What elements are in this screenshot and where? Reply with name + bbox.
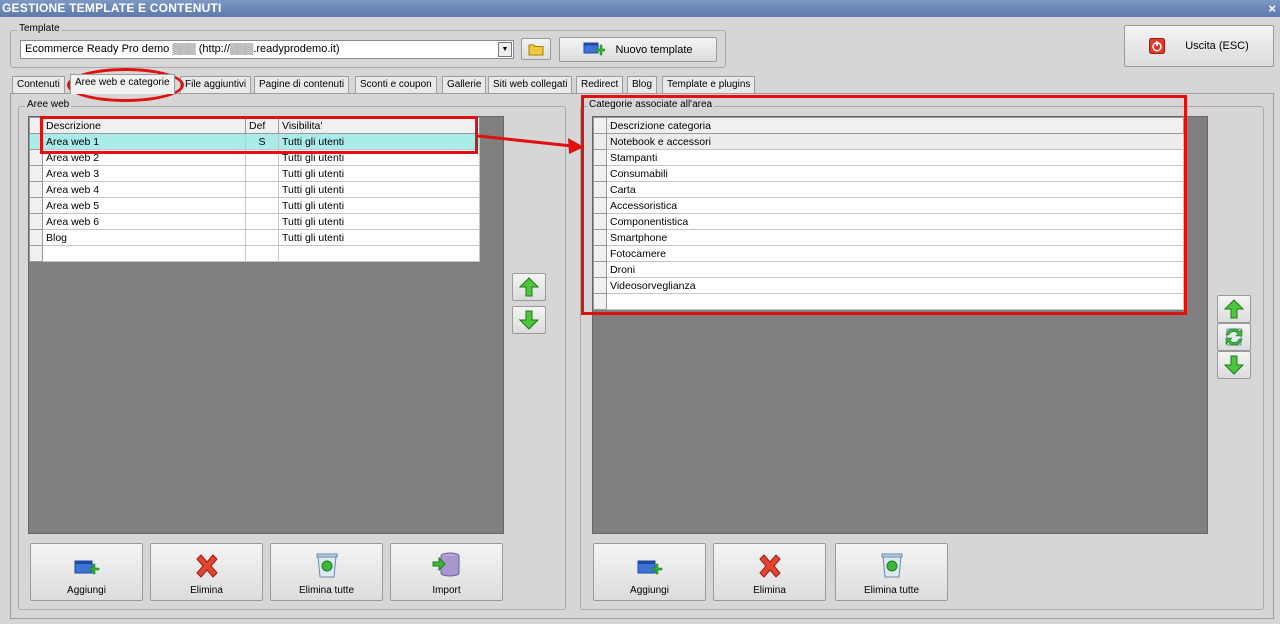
cell-descrizione[interactable]: Area web 4 bbox=[42, 181, 246, 198]
aggiungi-area-button[interactable]: Aggiungi bbox=[30, 543, 143, 601]
row-indicator bbox=[29, 165, 43, 182]
tab-redirect[interactable]: Redirect bbox=[576, 76, 624, 93]
move-down-button[interactable] bbox=[512, 306, 546, 334]
cell-descrizione[interactable]: Area web 5 bbox=[42, 197, 246, 214]
new-template-button[interactable]: Nuovo template bbox=[559, 37, 717, 62]
row-indicator bbox=[29, 245, 43, 262]
elimina-area-button[interactable]: Elimina bbox=[150, 543, 263, 601]
move-up-button[interactable] bbox=[512, 273, 546, 301]
open-folder-button[interactable] bbox=[521, 38, 551, 60]
highlight-arrow bbox=[477, 134, 584, 154]
cell-visibilita[interactable]: Tutti gli utenti bbox=[278, 229, 480, 246]
add-window-icon bbox=[74, 560, 99, 575]
aggiungi-label: Aggiungi bbox=[67, 585, 106, 596]
cell-visibilita[interactable]: Tutti gli utenti bbox=[278, 197, 480, 214]
cell-def[interactable] bbox=[245, 181, 279, 198]
cell-def[interactable] bbox=[245, 197, 279, 214]
aggiungi-label: Aggiungi bbox=[630, 585, 669, 596]
move-category-up-button[interactable] bbox=[1217, 295, 1251, 323]
table-row[interactable]: Area web 4 Tutti gli utenti bbox=[29, 181, 480, 198]
tab-aree-web-categorie[interactable]: Aree web e categorie bbox=[70, 74, 175, 94]
recycle-bin-icon bbox=[316, 553, 337, 578]
new-template-label: Nuovo template bbox=[615, 43, 693, 56]
cell-visibilita[interactable]: Tutti gli utenti bbox=[278, 213, 480, 230]
template-select-value: Ecommerce Ready Pro demo ▒▒▒ (http://▒▒▒… bbox=[25, 43, 340, 55]
table-row[interactable]: Blog Tutti gli utenti bbox=[29, 229, 480, 246]
tab-contenuti[interactable]: Contenuti bbox=[12, 76, 65, 93]
tab-gallerie[interactable]: Gallerie bbox=[442, 76, 487, 93]
elimina-label: Elimina bbox=[753, 585, 786, 596]
row-indicator bbox=[29, 181, 43, 198]
cell-def[interactable] bbox=[245, 245, 279, 262]
power-icon bbox=[1149, 38, 1166, 54]
table-row[interactable] bbox=[29, 245, 480, 262]
aree-web-label: Aree web bbox=[25, 99, 72, 110]
import-label: Import bbox=[432, 585, 461, 596]
add-window-icon bbox=[637, 560, 662, 575]
exit-label: Uscita (ESC) bbox=[1185, 40, 1249, 52]
template-group-label: Template bbox=[17, 23, 62, 34]
highlight-box-aree-web bbox=[40, 116, 478, 154]
recycle-bin-icon bbox=[881, 553, 902, 578]
arrow-down-icon bbox=[1224, 355, 1244, 375]
elimina-tutte-label: Elimina tutte bbox=[298, 585, 355, 596]
add-window-icon bbox=[583, 42, 606, 55]
cell-descrizione[interactable]: Area web 6 bbox=[42, 213, 246, 230]
cell-def[interactable] bbox=[245, 165, 279, 182]
row-indicator bbox=[29, 197, 43, 214]
database-import-icon bbox=[432, 552, 459, 577]
table-row[interactable]: Area web 5 Tutti gli utenti bbox=[29, 197, 480, 214]
delete-x-icon bbox=[758, 554, 781, 578]
cell-descrizione[interactable]: Blog bbox=[42, 229, 246, 246]
cell-def[interactable] bbox=[245, 229, 279, 246]
cell-descrizione[interactable]: Area web 3 bbox=[42, 165, 246, 182]
highlight-box-categorie bbox=[581, 95, 1187, 315]
tab-template-plugins[interactable]: Template e plugins bbox=[662, 76, 756, 93]
aggiungi-categoria-button[interactable]: Aggiungi bbox=[593, 543, 706, 601]
chevron-down-icon[interactable]: ▼ bbox=[498, 42, 512, 57]
tab-file-aggiuntivi[interactable]: File aggiuntivi bbox=[180, 76, 252, 93]
elimina-tutte-categorie-button[interactable]: Elimina tutte bbox=[835, 543, 948, 601]
move-category-down-button[interactable] bbox=[1217, 351, 1251, 379]
row-indicator bbox=[29, 229, 43, 246]
close-icon[interactable]: × bbox=[1268, 0, 1276, 17]
cell-descrizione[interactable] bbox=[42, 245, 246, 262]
tab-siti-web-collegati[interactable]: Siti web collegati bbox=[488, 76, 573, 93]
template-select[interactable]: Ecommerce Ready Pro demo ▒▒▒ (http://▒▒▒… bbox=[20, 40, 514, 59]
arrow-up-icon bbox=[1224, 299, 1244, 319]
cell-visibilita[interactable] bbox=[278, 245, 480, 262]
table-row[interactable]: Area web 3 Tutti gli utenti bbox=[29, 165, 480, 182]
elimina-tutte-label: Elimina tutte bbox=[863, 585, 920, 596]
cell-def[interactable] bbox=[245, 213, 279, 230]
refresh-icon bbox=[1225, 328, 1243, 346]
cell-visibilita[interactable]: Tutti gli utenti bbox=[278, 181, 480, 198]
refresh-category-button[interactable] bbox=[1217, 323, 1251, 351]
delete-x-icon bbox=[195, 554, 218, 578]
tab-blog[interactable]: Blog bbox=[627, 76, 658, 93]
folder-icon bbox=[528, 44, 544, 55]
row-indicator bbox=[29, 213, 43, 230]
arrow-down-icon bbox=[519, 310, 539, 330]
table-row[interactable]: Area web 6 Tutti gli utenti bbox=[29, 213, 480, 230]
elimina-label: Elimina bbox=[190, 585, 223, 596]
import-button[interactable]: Import bbox=[390, 543, 503, 601]
tab-pagine-contenuti[interactable]: Pagine di contenuti bbox=[254, 76, 350, 93]
exit-button[interactable]: Uscita (ESC) bbox=[1124, 25, 1274, 67]
tab-sconti-coupon[interactable]: Sconti e coupon bbox=[355, 76, 437, 93]
elimina-tutte-area-button[interactable]: Elimina tutte bbox=[270, 543, 383, 601]
cell-visibilita[interactable]: Tutti gli utenti bbox=[278, 165, 480, 182]
window-title: GESTIONE TEMPLATE E CONTENUTI bbox=[0, 0, 1280, 17]
elimina-categoria-button[interactable]: Elimina bbox=[713, 543, 826, 601]
arrow-up-icon bbox=[519, 277, 539, 297]
